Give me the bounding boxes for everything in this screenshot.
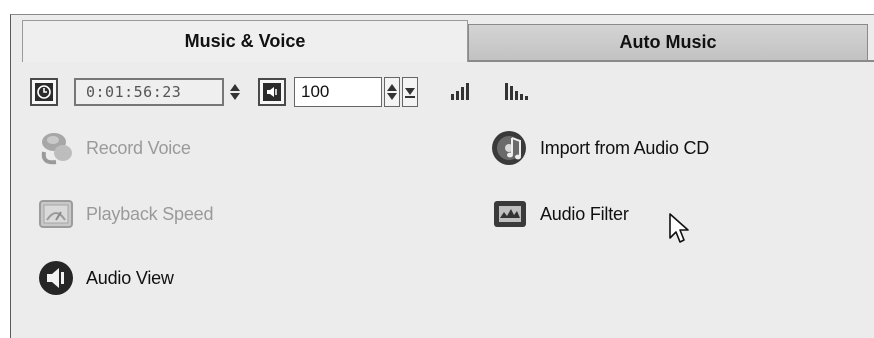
spin-down-icon[interactable] — [230, 93, 240, 100]
speaker-mute-icon — [263, 83, 281, 101]
spin-up-icon[interactable] — [230, 84, 240, 91]
audio-view-action[interactable]: Audio View — [36, 258, 174, 298]
chevron-down-icon — [405, 88, 415, 98]
volume-bars-icon[interactable] — [450, 80, 474, 102]
volume-down-icon[interactable] — [387, 93, 397, 100]
tab-divider — [468, 60, 874, 62]
volume-dropdown-button[interactable] — [402, 77, 418, 107]
playback-speed-action[interactable]: Playback Speed — [36, 194, 213, 234]
audio-filter-icon — [490, 194, 530, 234]
timecode-spinner[interactable] — [228, 78, 242, 106]
record-voice-action[interactable]: Record Voice — [36, 128, 191, 168]
tab-music-voice[interactable]: Music & Voice — [22, 20, 468, 62]
audio-filter-action[interactable]: Audio Filter — [490, 194, 629, 234]
volume-input[interactable]: 100 — [294, 77, 382, 107]
mute-button[interactable] — [258, 78, 286, 106]
import-audio-cd-action[interactable]: Import from Audio CD — [490, 128, 709, 168]
clock-icon — [35, 83, 53, 101]
waveform-bars-icon[interactable] — [504, 80, 532, 102]
import-audio-cd-label: Import from Audio CD — [540, 137, 710, 158]
timecode-field[interactable]: 0:01:56:23 — [74, 78, 224, 106]
volume-up-icon[interactable] — [387, 84, 397, 91]
tab-auto-music[interactable]: Auto Music — [468, 24, 868, 60]
playback-speed-label: Playback Speed — [86, 203, 214, 224]
speedometer-icon — [36, 194, 76, 234]
record-voice-label: Record Voice — [86, 137, 191, 158]
speaker-icon — [36, 258, 76, 298]
cd-music-icon — [490, 128, 530, 168]
clock-button[interactable] — [30, 78, 58, 106]
mouse-cursor-icon — [669, 213, 689, 243]
microphone-icon — [36, 128, 76, 168]
audio-filter-label: Audio Filter — [540, 203, 629, 224]
volume-spinner[interactable] — [384, 77, 400, 107]
audio-view-label: Audio View — [86, 267, 174, 288]
